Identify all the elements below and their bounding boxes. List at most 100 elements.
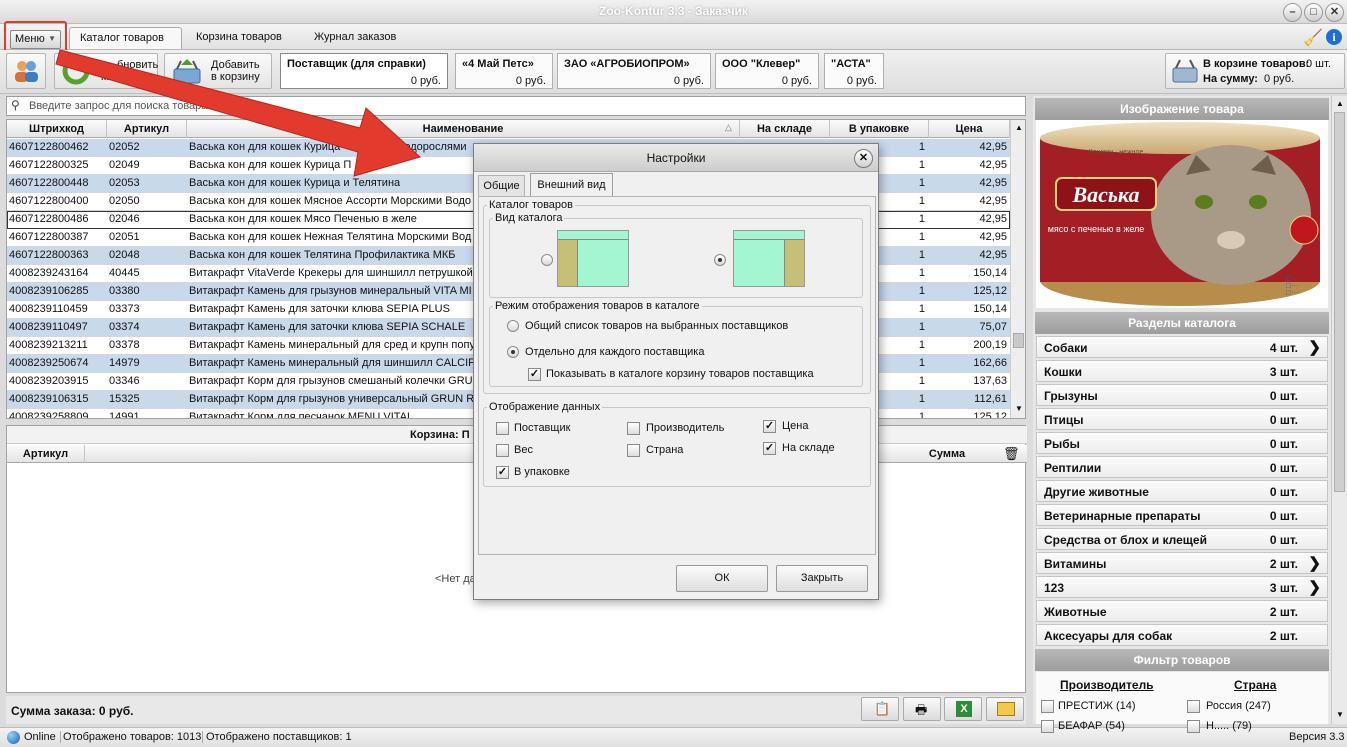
mode-separate-radio[interactable] — [507, 346, 519, 358]
column-name[interactable]: Наименование — [187, 120, 740, 138]
view-side-bar — [784, 240, 804, 286]
category-item[interactable]: Птицы 0 шт. — [1036, 408, 1328, 430]
column-price[interactable]: Цена — [929, 120, 1010, 138]
scroll-thumb[interactable] — [1334, 112, 1345, 492]
cell-price: 150,14 — [973, 267, 1007, 279]
send-order-button[interactable] — [986, 697, 1024, 721]
filter-manufacturer-head[interactable]: Производитель — [1060, 678, 1154, 692]
supplier-tile[interactable]: «4 Май Петс» 0 руб. — [455, 53, 553, 89]
basket-summary[interactable]: В корзине товаров: 0 шт. На сумму: 0 руб… — [1165, 53, 1345, 89]
cell-price: 42,95 — [979, 213, 1007, 225]
filter-manufacturer-2: БЕАФАР (54) — [1058, 720, 1125, 732]
category-item[interactable]: Аксесуары для собак 2 шт. — [1036, 624, 1328, 646]
add-label-1: Добавить — [211, 59, 260, 71]
category-item[interactable]: Животные 2 шт. — [1036, 600, 1328, 622]
category-item[interactable]: Средства от блох и клещей 0 шт. — [1036, 528, 1328, 550]
column-article[interactable]: Артикул — [107, 120, 187, 138]
cart-column-article[interactable]: Артикул — [7, 445, 85, 463]
filter-panel: Производитель Страна ПРЕСТИЖ (14) Россия… — [1036, 672, 1328, 733]
filter-checkbox[interactable] — [1187, 700, 1200, 713]
category-item[interactable]: Кошки 3 шт. — [1036, 360, 1328, 382]
scroll-up-icon[interactable]: ▲ — [1336, 99, 1344, 108]
country-checkbox[interactable] — [627, 444, 640, 457]
price-checkbox[interactable]: ✓ — [763, 420, 776, 433]
clipboard-button[interactable]: 📋 — [861, 697, 899, 721]
broom-icon[interactable]: 🧹 — [1303, 28, 1323, 48]
view-right-preview[interactable] — [733, 230, 805, 287]
supplier-tile[interactable]: Поставщик (для справки) 0 руб. — [280, 53, 448, 89]
add-to-cart-button[interactable]: Добавить в корзину — [164, 53, 272, 89]
table-header: Штрихкод Артикул Наименование △ На склад… — [7, 120, 1025, 138]
gallery-icon[interactable]: □··· □··· □··· — [1286, 275, 1299, 297]
export-excel-button[interactable]: X — [944, 697, 982, 721]
filter-checkbox[interactable] — [1187, 720, 1200, 733]
tab-catalog[interactable]: Каталог товаров — [69, 27, 182, 49]
scroll-down-icon[interactable]: ▼ — [1336, 710, 1344, 719]
close-window-button[interactable]: ✕ — [1325, 3, 1344, 22]
minimize-button[interactable]: – — [1283, 3, 1302, 22]
image-panel-title: Изображение товара — [1035, 98, 1329, 120]
view-left-radio[interactable] — [541, 254, 553, 266]
show-cart-checkbox[interactable]: ✓ — [528, 368, 541, 381]
weight-checkbox[interactable] — [496, 444, 509, 457]
cell-price: 137,63 — [973, 375, 1007, 387]
category-count: 0 шт. — [1269, 461, 1298, 475]
supplier-tile[interactable]: ООО "Клевер" 0 руб. — [715, 53, 819, 89]
category-item[interactable]: Грызуны 0 шт. — [1036, 384, 1328, 406]
close-button[interactable]: Закрыть — [776, 565, 868, 592]
category-count: 0 шт. — [1269, 533, 1298, 547]
scroll-thumb[interactable] — [1013, 333, 1024, 348]
category-item[interactable]: Собаки 4 шт. ❯ — [1036, 336, 1328, 358]
mode-common-radio[interactable] — [507, 320, 519, 332]
dialog-tab-general[interactable]: Общие — [478, 175, 525, 196]
stock-checkbox[interactable]: ✓ — [763, 442, 776, 455]
cell-price: 162,66 — [973, 357, 1007, 369]
chevron-right-icon[interactable]: ❯ — [1308, 338, 1321, 356]
column-stock[interactable]: На складе — [740, 120, 830, 138]
supplier-tile[interactable]: "АСТА" 0 руб. — [824, 53, 884, 89]
cell-article: 03346 — [109, 375, 140, 387]
supplier-sum: 0 руб. — [410, 75, 441, 87]
refresh-catalog-button[interactable]: бновить катал — [54, 53, 158, 89]
print-button[interactable]: 🖶 — [903, 697, 941, 721]
column-barcode[interactable]: Штрихкод — [7, 120, 107, 138]
view-left-preview[interactable] — [557, 230, 629, 287]
filter-country-head[interactable]: Страна — [1234, 678, 1276, 692]
column-pack[interactable]: В упаковке — [830, 120, 929, 138]
maximize-button[interactable]: □ — [1304, 3, 1323, 22]
category-item[interactable]: Ветеринарные препараты 0 шт. — [1036, 504, 1328, 526]
search-input[interactable]: ⚲ Введите запрос для поиска товара — [6, 96, 1026, 116]
category-count: 0 шт. — [1269, 485, 1298, 499]
users-button[interactable] — [6, 53, 46, 89]
manufacturer-checkbox[interactable] — [627, 422, 640, 435]
chevron-right-icon[interactable]: ❯ — [1308, 578, 1321, 596]
scroll-up-icon[interactable]: ▲ — [1015, 123, 1023, 132]
view-right-radio[interactable] — [714, 254, 726, 266]
category-item[interactable]: 123 3 шт. ❯ — [1036, 576, 1328, 598]
basket-icon — [1172, 59, 1198, 83]
ok-button[interactable]: ОК — [676, 565, 768, 592]
chevron-right-icon[interactable]: ❯ — [1308, 554, 1321, 572]
supplier-checkbox[interactable] — [496, 422, 509, 435]
category-count: 2 шт. — [1269, 557, 1298, 571]
cell-article: 40445 — [109, 267, 140, 279]
filter-checkbox[interactable] — [1041, 700, 1054, 713]
tab-orders[interactable]: Журнал заказов — [304, 27, 414, 49]
info-icon[interactable]: i — [1326, 29, 1342, 45]
filter-checkbox[interactable] — [1041, 720, 1054, 733]
category-item[interactable]: Другие животные 0 шт. — [1036, 480, 1328, 502]
pack-checkbox[interactable]: ✓ — [496, 466, 509, 479]
category-item[interactable]: Рыбы 0 шт. — [1036, 432, 1328, 454]
cart-column-sum[interactable]: Сумма — [887, 445, 1007, 463]
tab-cart[interactable]: Корзина товаров — [186, 27, 301, 49]
cell-price: 42,95 — [979, 195, 1007, 207]
category-item[interactable]: Рептилии 0 шт. — [1036, 456, 1328, 478]
dialog-close-icon[interactable]: ✕ — [854, 149, 873, 168]
supplier-tile[interactable]: ЗАО «АГРОБИОПРОМ» 0 руб. — [557, 53, 711, 89]
scroll-down-icon[interactable]: ▼ — [1015, 404, 1023, 413]
table-scrollbar[interactable]: ▲ ▼ — [1010, 120, 1025, 418]
trash-icon[interactable]: 🗑 — [1003, 446, 1020, 462]
right-scrollbar[interactable]: ▲ ▼ — [1331, 96, 1347, 724]
category-item[interactable]: Витамины 2 шт. ❯ — [1036, 552, 1328, 574]
dialog-tab-appearance[interactable]: Внешний вид — [530, 173, 613, 196]
